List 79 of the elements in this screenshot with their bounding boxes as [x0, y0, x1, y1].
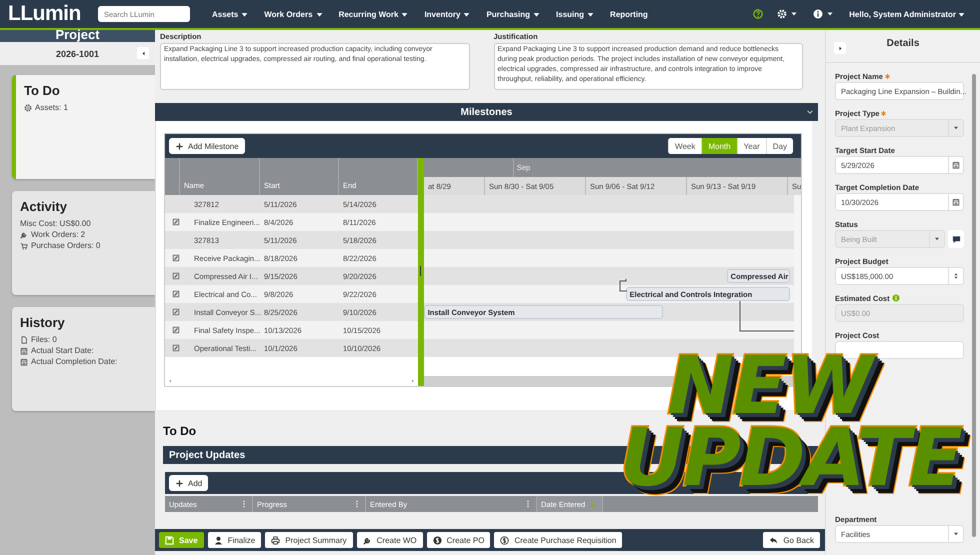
card-title: Activity — [20, 199, 68, 214]
dollar-icon — [500, 536, 510, 544]
edit-icon[interactable] — [172, 326, 180, 334]
collapse-icon — [140, 50, 146, 56]
nav-menu-item[interactable]: Assets — [204, 4, 256, 24]
wrench-icon — [20, 230, 28, 238]
panel-title: Project — [0, 30, 155, 42]
action-button[interactable]: Finalize — [208, 532, 262, 548]
expand-button[interactable] — [834, 42, 846, 54]
edit-icon[interactable] — [172, 272, 180, 280]
calendar-icon — [20, 358, 28, 366]
info-icon — [813, 9, 824, 19]
card-item: Assets: 1 — [35, 102, 68, 113]
dollar-icon — [432, 536, 442, 544]
card-item: Purchase Orders: 0 — [31, 240, 100, 251]
edit-icon[interactable] — [172, 254, 180, 262]
cart-icon — [20, 242, 28, 250]
person-icon — [214, 536, 223, 544]
action-button[interactable]: Create Purchase Requisition — [494, 532, 622, 548]
gear-icon — [24, 104, 32, 112]
section-title: To Do — [162, 423, 198, 440]
scroll-right-icon — [410, 378, 416, 384]
dropdown-arrow-icon — [952, 124, 960, 132]
wrench-icon — [362, 536, 372, 544]
plus-icon — [175, 142, 184, 150]
scroll-left-icon — [167, 378, 173, 384]
card-title: To Do — [24, 83, 61, 98]
add-milestone-button[interactable]: Add Milestone — [169, 138, 245, 154]
help-icon — [753, 9, 764, 19]
expand-icon — [836, 44, 844, 52]
plus-icon — [175, 478, 184, 488]
caret-icon — [958, 10, 965, 18]
chevron-down-icon — [806, 108, 814, 116]
nav-menu-item[interactable]: Issuing — [548, 4, 602, 24]
section-header[interactable]: Milestones — [155, 103, 818, 121]
card-item: Work Orders: 2 — [31, 229, 86, 240]
edit-icon[interactable] — [172, 308, 180, 316]
action-button[interactable]: Create PO — [426, 532, 490, 548]
collapse-button[interactable] — [137, 47, 149, 59]
record-number: 2026-1001 — [56, 48, 100, 58]
add-button[interactable]: Add — [169, 475, 208, 491]
user-menu[interactable]: Hello, System Administrator — [842, 10, 972, 18]
card-item: Misc Cost: US$0.00 — [20, 218, 91, 229]
calendar-icon — [20, 346, 28, 354]
printer-icon — [271, 536, 280, 544]
nav-menu-item[interactable]: Inventory — [416, 4, 478, 24]
logo: LLumin — [8, 2, 82, 26]
panel-title: Details — [886, 38, 920, 49]
settings-icon — [777, 9, 788, 19]
action-button[interactable]: Project Summary — [265, 532, 353, 548]
nav-menu-item[interactable]: Reporting — [602, 4, 656, 24]
card-title: History — [20, 315, 66, 330]
card-item: Actual Start Date: — [31, 345, 94, 356]
action-button[interactable]: Go Back — [763, 532, 820, 548]
action-button[interactable]: Create WO — [356, 532, 423, 548]
spinner-icon — [952, 272, 960, 280]
save-icon — [165, 536, 174, 544]
back-arrow-icon — [769, 536, 778, 544]
view-tab[interactable]: Day — [766, 138, 793, 154]
nav-menu-item[interactable]: Work Orders — [256, 4, 331, 24]
dropdown-arrow-icon — [933, 235, 941, 243]
card-item: Actual Completion Date: — [31, 356, 118, 367]
nav-menu-item[interactable]: Recurring Work — [330, 4, 416, 24]
card-item: Files: 0 — [31, 334, 57, 345]
summary-card[interactable]: History Files: 0 Actual Start Date: Actual Completion Date: — [12, 307, 155, 411]
dependency-line — [619, 279, 627, 293]
sort-arrow-icon — [589, 500, 598, 508]
splitter-handle[interactable] — [418, 158, 424, 386]
edit-icon[interactable] — [172, 344, 180, 352]
edit-icon[interactable] — [172, 218, 180, 226]
nav-menu-item[interactable]: Purchasing — [478, 4, 548, 24]
summary-card[interactable]: To Do Assets: 1 — [12, 75, 155, 179]
summary-card[interactable]: Activity Misc Cost: US$0.00 Work Orders: 2 Purchase Orders: 0 — [12, 191, 155, 295]
comment-icon — [952, 234, 960, 244]
file-icon — [20, 336, 28, 344]
calendar-icon — [952, 198, 960, 206]
dropdown-arrow-icon — [952, 530, 960, 538]
edit-icon[interactable] — [172, 290, 180, 298]
calendar-icon — [952, 161, 960, 169]
